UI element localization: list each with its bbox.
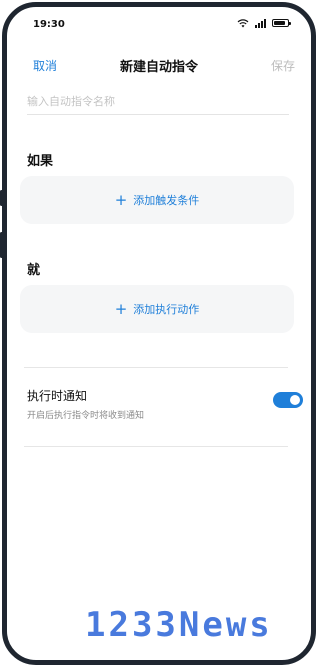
signal-icon [255,18,266,28]
header: 新建自动指令 取消 保存 [7,51,311,79]
plus-icon: + [114,299,128,318]
side-button [0,190,3,206]
add-trigger-label: 添加触发条件 [133,194,200,207]
add-action-label: 添加执行动作 [133,303,200,316]
divider [24,446,288,447]
wifi-icon [237,19,249,28]
divider [24,367,288,368]
status-time: 19:30 [33,19,65,30]
status-bar: 19:30 [7,7,311,41]
watermark-logo: 1233News [85,605,273,645]
then-section-label: 就 [27,263,41,278]
side-button [0,232,3,258]
cancel-button[interactable]: 取消 [33,57,57,74]
add-action-button[interactable]: + 添加执行动作 [20,285,294,333]
add-trigger-button[interactable]: + 添加触发条件 [20,176,294,224]
notify-title: 执行时通知 [27,389,88,403]
save-button[interactable]: 保存 [271,57,295,74]
notify-toggle[interactable] [273,392,303,408]
toggle-knob [290,395,300,405]
status-icons [237,18,291,28]
plus-icon: + [114,190,128,209]
battery-icon [272,19,291,27]
command-name-input[interactable] [27,88,289,115]
notify-description: 开启后执行指令时将收到通知 [27,411,145,421]
if-section-label: 如果 [27,154,54,169]
